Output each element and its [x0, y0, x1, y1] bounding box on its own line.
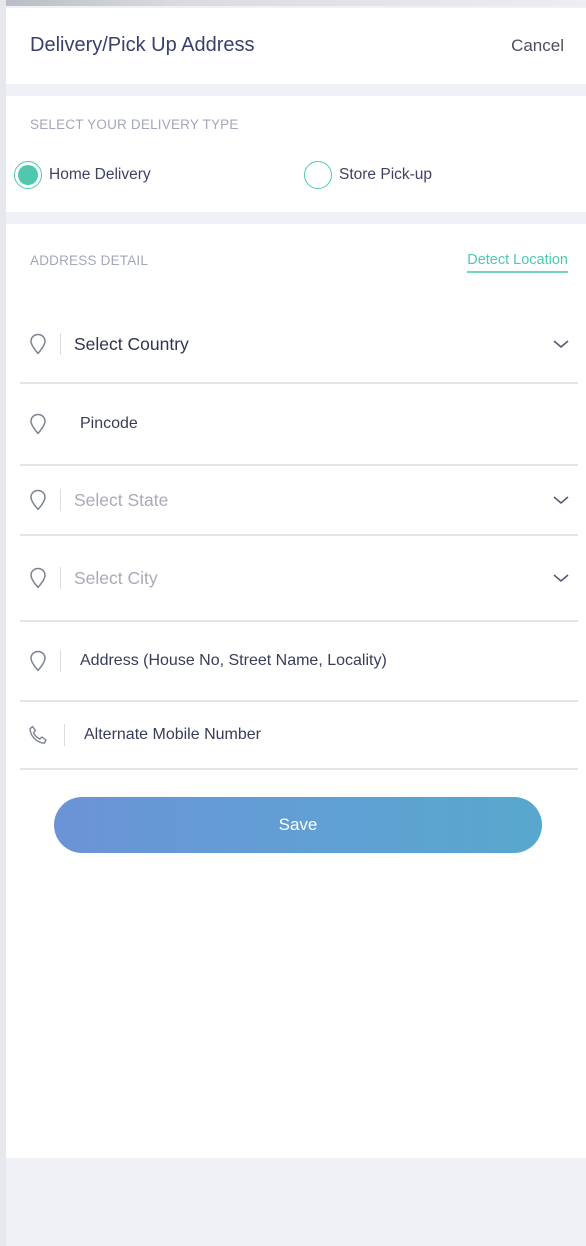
- top-edge-shade: [0, 0, 586, 6]
- home-delivery-label: Home Delivery: [49, 166, 151, 183]
- location-pin-icon: [26, 566, 50, 590]
- alternate-mobile-placeholder: Alternate Mobile Number: [84, 726, 261, 743]
- location-pin-icon: [26, 649, 50, 673]
- phone-icon: [26, 723, 50, 747]
- alternate-mobile-field[interactable]: Alternate Mobile Number: [20, 702, 578, 770]
- header-bar: Delivery/Pick Up Address Cancel: [6, 8, 586, 84]
- country-value: Select Country: [74, 333, 189, 354]
- address-placeholder: Address (House No, Street Name, Locality…: [80, 652, 387, 669]
- chevron-down-icon: [550, 567, 572, 589]
- save-button[interactable]: Save: [54, 797, 542, 853]
- home-delivery-radio[interactable]: Home Delivery: [14, 160, 151, 190]
- address-field[interactable]: Address (House No, Street Name, Locality…: [20, 622, 578, 702]
- radio-unchecked-icon: [304, 161, 332, 189]
- location-pin-icon: [26, 412, 50, 436]
- state-select[interactable]: Select State: [20, 466, 578, 536]
- app-screen: Delivery/Pick Up Address Cancel SELECT Y…: [6, 0, 586, 1246]
- store-pickup-label: Store Pick-up: [339, 166, 433, 183]
- detect-location-link[interactable]: Detect Location: [467, 252, 568, 273]
- cancel-button[interactable]: Cancel: [511, 36, 564, 56]
- city-placeholder: Select City: [74, 567, 158, 588]
- pincode-field[interactable]: Pincode: [20, 384, 578, 466]
- bottom-area: [6, 1158, 586, 1246]
- left-edge-shade: [0, 0, 6, 1246]
- location-pin-icon: [26, 332, 50, 356]
- chevron-down-icon: [550, 489, 572, 511]
- chevron-down-icon: [550, 333, 572, 355]
- pincode-placeholder: Pincode: [80, 415, 138, 432]
- radio-checked-icon: [14, 161, 42, 189]
- address-detail-label: ADDRESS DETAIL: [30, 253, 149, 268]
- delivery-type-card: SELECT YOUR DELIVERY TYPE Home Delivery …: [6, 96, 586, 212]
- delivery-type-label: SELECT YOUR DELIVERY TYPE: [30, 117, 239, 132]
- country-select[interactable]: Select Country: [20, 306, 578, 384]
- store-pickup-radio[interactable]: Store Pick-up: [304, 160, 432, 190]
- state-placeholder: Select State: [74, 489, 169, 510]
- address-detail-card: ADDRESS DETAIL Detect Location Select Co…: [6, 224, 586, 1158]
- location-pin-icon: [26, 488, 50, 512]
- page-title: Delivery/Pick Up Address: [30, 34, 255, 56]
- city-select[interactable]: Select City: [20, 536, 578, 622]
